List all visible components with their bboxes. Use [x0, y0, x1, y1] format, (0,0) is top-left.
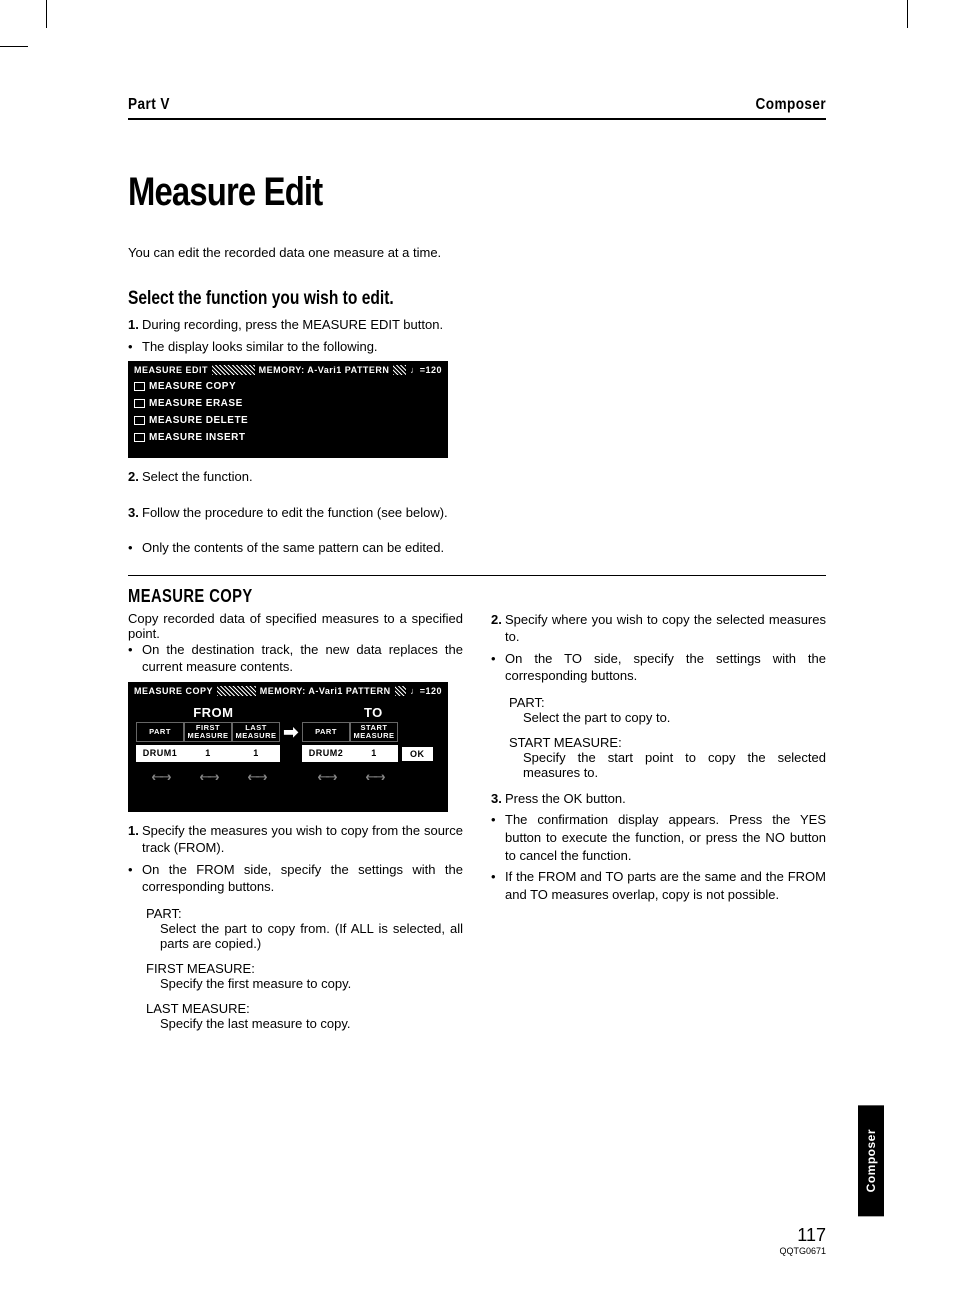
bullet-from-side: On the FROM side, specify the settings w…: [128, 861, 463, 896]
section-select-function-heading: Select the function you wish to edit.: [128, 288, 700, 310]
measure-copy-intro: Copy recorded data of specified measures…: [128, 611, 463, 641]
copy-step-1: 1.Specify the measures you wish to copy …: [128, 822, 463, 857]
bullet-to-side: On the TO side, specify the settings wit…: [491, 650, 826, 685]
value-to-start: 1: [350, 745, 398, 762]
screen-title: MEASURE EDIT: [134, 365, 208, 375]
screenshot-measure-edit-menu: MEASURE EDIT MEMORY: A-Vari1 PATTERN ♩=1…: [128, 361, 448, 458]
menu-item: MEASURE COPY: [128, 378, 448, 395]
slider-icon: ‹──›: [184, 768, 232, 784]
slider-icon: ‹──›: [350, 768, 398, 784]
page-header: Part V Composer: [128, 96, 826, 120]
menu-item: MEASURE INSERT: [128, 429, 448, 446]
page-number: 117: [779, 1225, 826, 1246]
def-last-desc: Specify the last measure to copy.: [160, 1016, 463, 1031]
bullet-same-pattern: Only the contents of the same pattern ca…: [128, 539, 464, 557]
to-label: TO: [364, 705, 383, 720]
def-part2-desc: Select the part to copy to.: [523, 710, 826, 725]
screen2-tempo: ♩=120: [410, 686, 442, 696]
divider: [128, 575, 826, 576]
menu-icon: [134, 433, 145, 442]
column-right: 2.Specify where you wish to copy the sel…: [491, 611, 826, 1041]
bullet-destination: On the destination track, the new data r…: [128, 641, 463, 676]
def-first-label: FIRST MEASURE:: [146, 961, 463, 976]
screen-memory: MEMORY: A-Vari1 PATTERN: [259, 365, 390, 375]
def-start-label: START MEASURE:: [509, 735, 826, 750]
copy-step-3: 3.Press the OK button.: [491, 790, 826, 808]
def-part-label: PART:: [146, 906, 463, 921]
def-part-desc: Select the part to copy from. (If ALL is…: [160, 921, 463, 951]
slider-icon: ‹──›: [136, 768, 184, 784]
bullet-display-looks: The display looks similar to the followi…: [128, 338, 464, 356]
value-from-last: 1: [232, 745, 280, 762]
menu-item: MEASURE DELETE: [128, 412, 448, 429]
menu-icon: [134, 399, 145, 408]
bullet-confirmation: The confirmation display appears. Press …: [491, 811, 826, 864]
arrow-icon: ➡: [280, 722, 302, 743]
step-3: 3.Follow the procedure to edit the funct…: [128, 504, 464, 522]
slider-icon: ‹──›: [232, 768, 280, 784]
page-footer: 117 QQTG0671: [779, 1225, 826, 1256]
two-column-layout: Copy recorded data of specified measures…: [128, 611, 826, 1041]
value-from-first: 1: [184, 745, 232, 762]
header-first: FIRST MEASURE: [184, 722, 232, 742]
value-from-part: DRUM1: [136, 745, 184, 762]
step-2: 2.Select the function.: [128, 468, 464, 486]
from-label: FROM: [193, 705, 233, 720]
column-left: Copy recorded data of specified measures…: [128, 611, 463, 1041]
menu-icon: [134, 382, 145, 391]
bullet-overlap: If the FROM and TO parts are the same an…: [491, 868, 826, 903]
to-definitions: PART: Select the part to copy to. START …: [509, 695, 826, 780]
screen2-memory: MEMORY: A-Vari1 PATTERN: [260, 686, 391, 696]
from-definitions: PART: Select the part to copy from. (If …: [146, 906, 463, 1031]
section-measure-copy-heading: MEASURE COPY: [128, 586, 700, 607]
step-1: 1.During recording, press the MEASURE ED…: [128, 316, 464, 334]
page-content: Part V Composer Measure Edit You can edi…: [128, 96, 826, 1256]
screen-tempo: ♩=120: [410, 365, 442, 375]
header-section: Composer: [755, 96, 826, 114]
screenshot-measure-copy: MEASURE COPY MEMORY: A-Vari1 PATTERN ♩=1…: [128, 682, 448, 812]
def-part2-label: PART:: [509, 695, 826, 710]
header-part-to: PART: [302, 722, 350, 742]
menu-icon: [134, 416, 145, 425]
def-last-label: LAST MEASURE:: [146, 1001, 463, 1016]
header-part: Part V: [128, 96, 170, 114]
intro-text: You can edit the recorded data one measu…: [128, 245, 826, 260]
section-a-body: 1.During recording, press the MEASURE ED…: [128, 316, 464, 557]
page-title: Measure Edit: [128, 170, 700, 215]
def-first-desc: Specify the first measure to copy.: [160, 976, 463, 991]
header-start: START MEASURE: [350, 722, 398, 742]
ok-button: OK: [402, 747, 433, 761]
header-last: LAST MEASURE: [232, 722, 280, 742]
slider-icon: ‹──›: [302, 768, 350, 784]
side-tab-composer: Composer: [858, 1105, 884, 1216]
doc-code: QQTG0671: [779, 1246, 826, 1256]
menu-item: MEASURE ERASE: [128, 395, 448, 412]
copy-step-2: 2.Specify where you wish to copy the sel…: [491, 611, 826, 646]
def-start-desc: Specify the start point to copy the sele…: [523, 750, 826, 780]
screen2-title: MEASURE COPY: [134, 686, 213, 696]
header-part: PART: [136, 722, 184, 742]
value-to-part: DRUM2: [302, 745, 350, 762]
